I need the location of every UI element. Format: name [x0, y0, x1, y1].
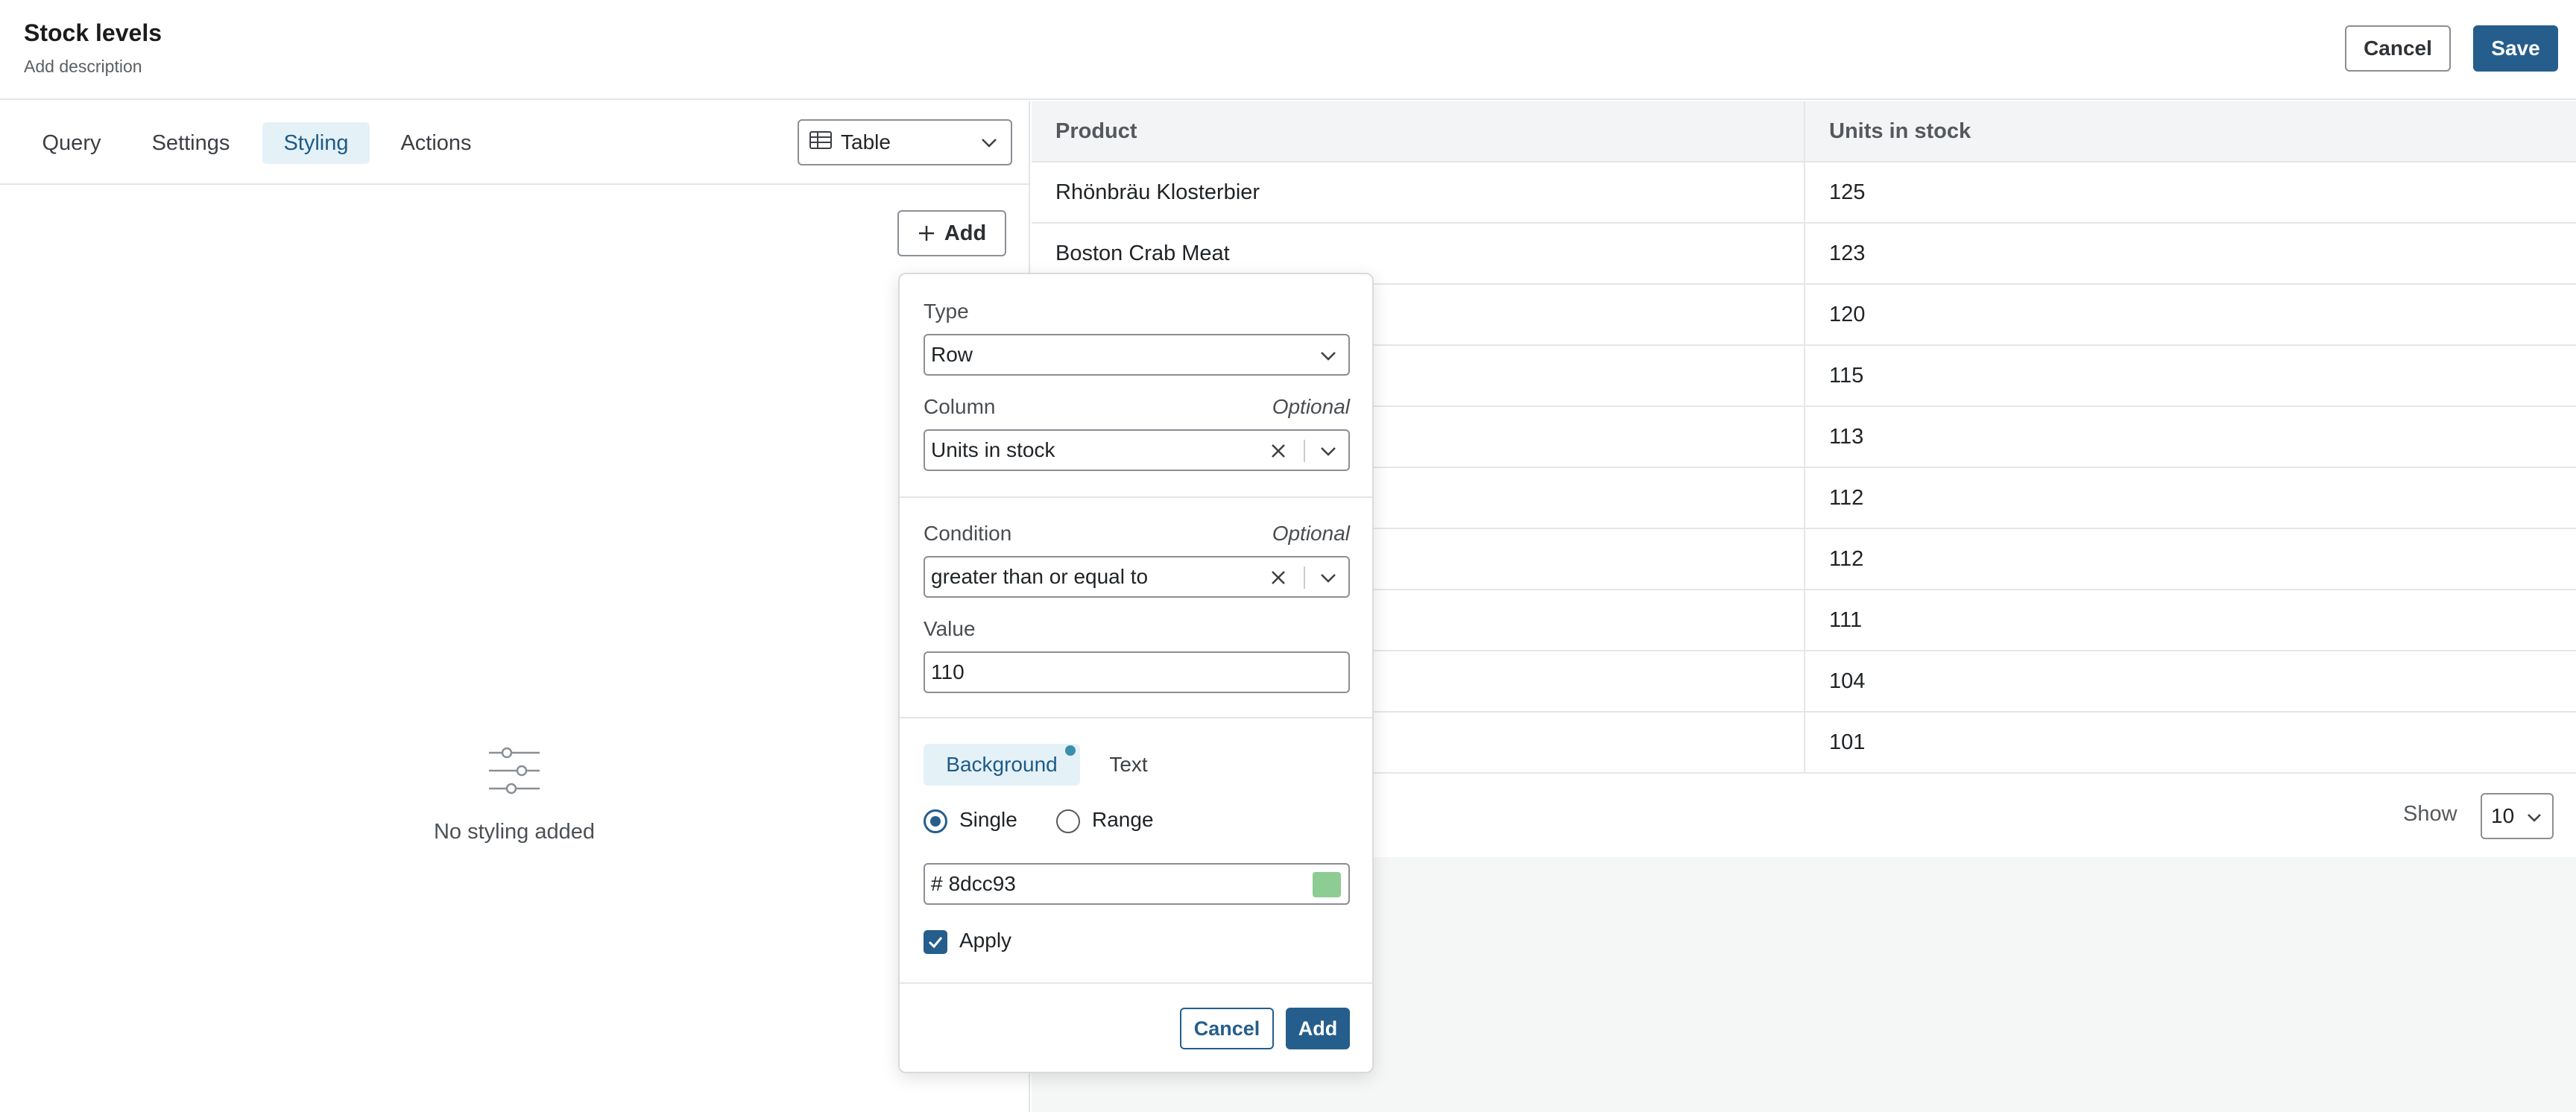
table-cell: 120 [1829, 302, 1866, 326]
popover-cancel-button[interactable]: Cancel [1180, 1008, 1274, 1049]
column-select-value: Units in stock [931, 438, 1055, 461]
empty-state-text: No styling added [433, 820, 596, 844]
visualization-select[interactable]: Table [798, 119, 1012, 165]
table-icon [809, 130, 832, 154]
table-cell: 112 [1829, 485, 1864, 510]
table-cell: Boston Crab Meat [1055, 241, 1230, 265]
value-label: Value [924, 617, 976, 640]
select-divider [1304, 566, 1305, 589]
type-select-value: Row [931, 343, 973, 366]
chevron-down-icon[interactable] [1319, 441, 1338, 466]
column-select[interactable]: Units in stock [924, 429, 1350, 471]
chevron-down-icon[interactable] [1319, 568, 1338, 593]
table-cell: 115 [1829, 363, 1864, 388]
tab-actions[interactable]: Actions [380, 122, 492, 164]
value-input[interactable]: 110 [924, 651, 1350, 693]
apply-checkbox[interactable] [924, 930, 947, 954]
condition-select-value: greater than or equal to [931, 565, 1149, 588]
clear-icon[interactable] [1268, 440, 1289, 467]
type-label: Type [924, 300, 969, 323]
page-size-select[interactable]: 10 [2481, 793, 2554, 839]
section-divider [900, 496, 1372, 498]
visualization-select-value: Table [841, 130, 891, 154]
page-header: Stock levels Add description Cancel Save [0, 0, 2576, 100]
popover-add-button[interactable]: Add [1286, 1008, 1350, 1049]
plus-icon [918, 224, 935, 242]
table-cell: 123 [1829, 241, 1866, 265]
tab-text[interactable]: Text [1087, 744, 1169, 786]
tab-background[interactable]: Background [924, 744, 1080, 786]
editor-tabs: Query Settings Styling Actions Table [0, 101, 1030, 185]
column-header-units[interactable]: Units in stock [1829, 119, 1971, 144]
section-divider [900, 717, 1372, 718]
hash-prefix: # [931, 872, 943, 895]
tab-settings[interactable]: Settings [131, 122, 250, 164]
table-cell: 125 [1829, 180, 1866, 204]
section-divider [900, 982, 1372, 984]
chevron-down-icon [979, 133, 999, 157]
styling-rule-popover: Type Row Column Optional Units in stock … [898, 273, 1374, 1073]
column-divider [1804, 101, 1805, 772]
cancel-button[interactable]: Cancel [2345, 25, 2451, 72]
select-divider [1304, 440, 1305, 462]
range-radio-label: Range [1092, 808, 1154, 831]
color-hex-input[interactable]: # 8dcc93 [924, 863, 1350, 905]
add-styling-button[interactable]: Add [897, 210, 1006, 256]
color-swatch[interactable] [1313, 872, 1341, 897]
add-styling-label: Add [944, 221, 987, 245]
single-radio-label: Single [959, 808, 1017, 831]
sliders-icon [486, 744, 543, 804]
condition-label: Condition [924, 522, 1012, 545]
page-title[interactable]: Stock levels [24, 19, 162, 47]
page-description[interactable]: Add description [24, 57, 142, 77]
color-hex-value: 8dcc93 [948, 872, 1016, 895]
table-cell: 104 [1829, 669, 1866, 693]
table-cell: 101 [1829, 730, 1866, 754]
type-select[interactable]: Row [924, 334, 1350, 376]
column-optional-label: Optional [1272, 395, 1350, 418]
check-icon [928, 937, 943, 949]
save-button[interactable]: Save [2473, 25, 2558, 72]
clear-icon[interactable] [1268, 567, 1289, 593]
condition-optional-label: Optional [1272, 522, 1350, 545]
column-label: Column [924, 395, 996, 418]
range-radio[interactable] [1056, 809, 1080, 833]
apply-label: Apply [959, 929, 1012, 952]
condition-select[interactable]: greater than or equal to [924, 556, 1350, 598]
show-label: Show [2403, 802, 2457, 826]
page-size-value: 10 [2491, 804, 2515, 827]
chevron-down-icon [1319, 346, 1338, 370]
table-cell: 113 [1829, 424, 1864, 449]
editor-panel: Query Settings Styling Actions Table Add [0, 101, 1030, 1112]
table-cell: 111 [1829, 607, 1863, 632]
chevron-down-icon [2525, 808, 2543, 832]
tab-query[interactable]: Query [21, 122, 122, 164]
table-cell: 112 [1829, 546, 1864, 571]
table-cell: Rhönbräu Klosterbier [1055, 180, 1260, 204]
column-header-product[interactable]: Product [1055, 119, 1137, 144]
tab-styling[interactable]: Styling [262, 122, 370, 164]
single-radio[interactable] [924, 809, 947, 833]
active-indicator-dot [1065, 745, 1076, 756]
